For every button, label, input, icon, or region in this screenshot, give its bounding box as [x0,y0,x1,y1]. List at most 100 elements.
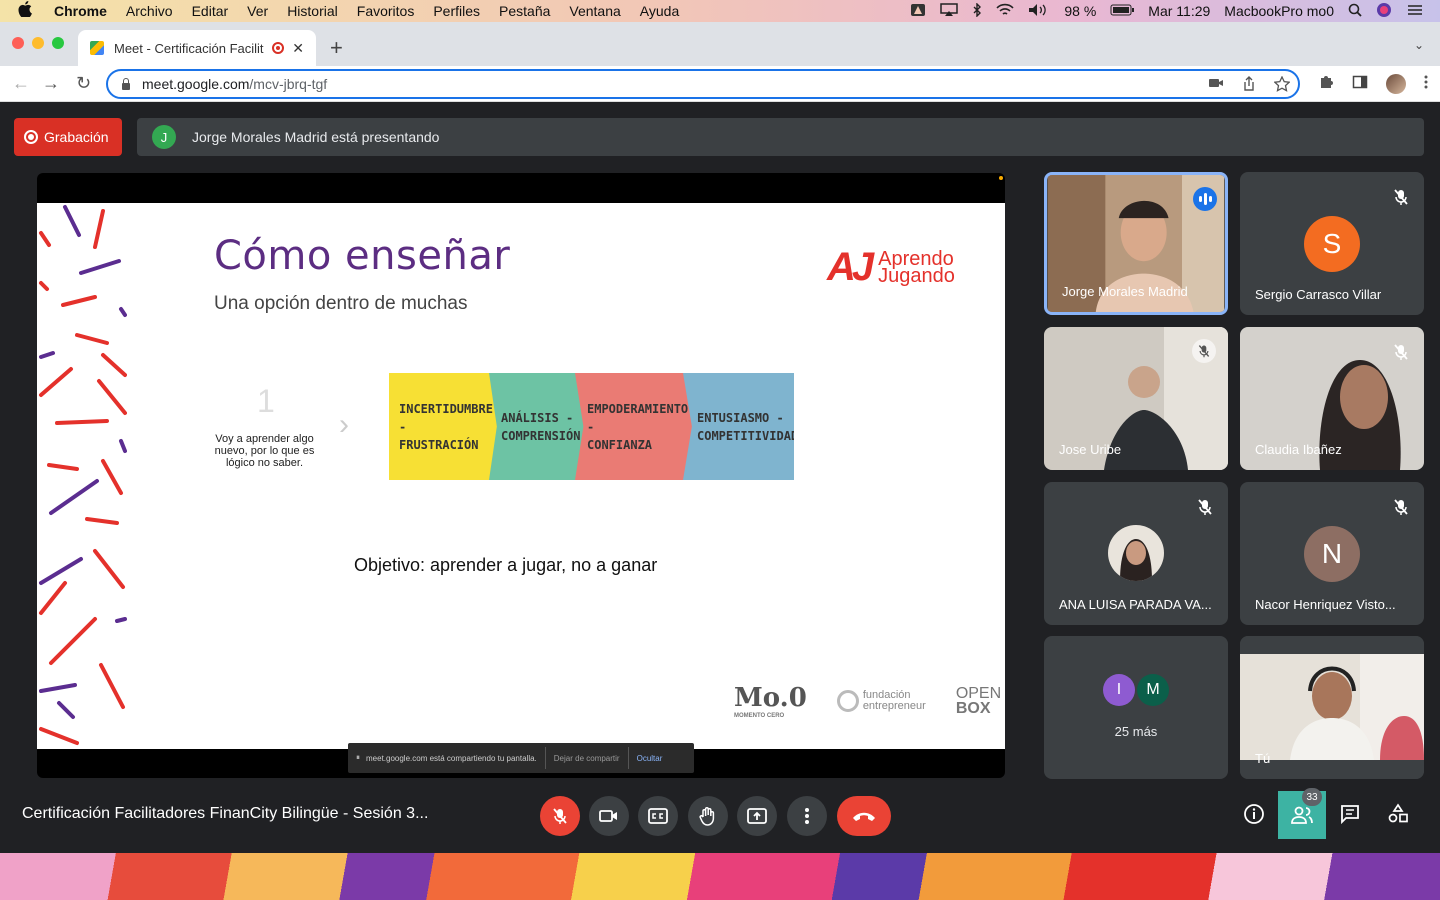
address-bar[interactable]: meet.google.com/mcv-jbrq-tgf [106,69,1300,99]
divider [544,747,546,769]
step-chevron-icon: › [339,408,349,441]
chat-button[interactable] [1338,802,1362,826]
reload-icon[interactable]: ↻ [76,73,91,94]
menu-favoritos[interactable]: Favoritos [357,3,415,19]
control-center-icon[interactable] [1406,3,1424,20]
browser-tab-meet[interactable]: Meet - Certificación Facilitadores ✕ [78,30,316,66]
people-count-badge: 33 [1302,788,1322,806]
participant-tile[interactable]: ANA LUISA PARADA VA... [1044,482,1228,625]
info-icon [1244,804,1264,824]
share-icon[interactable] [1242,76,1256,95]
menu-ventana[interactable]: Ventana [569,3,620,19]
stage-4-line1: ENTUSIASMO - [697,410,784,425]
microphone-toggle-button[interactable] [540,796,580,836]
bluetooth-icon[interactable] [972,1,982,20]
camera-in-use-icon[interactable] [1208,76,1224,95]
leave-call-button[interactable] [837,796,891,836]
aprendo-jugando-logo: AJ Aprendo Jugando [827,245,955,290]
back-arrow-icon[interactable]: ← [12,73,30,94]
menu-app-chrome[interactable]: Chrome [54,3,107,19]
side-panel-icon[interactable] [1352,74,1368,94]
camera-toggle-button[interactable] [589,796,629,836]
momento-cero-logo: Mo.0 MOMENTO CERO [734,683,807,719]
raise-hand-button[interactable] [688,796,728,836]
presentation-stage[interactable]: Cómo enseñar Una opción dentro de muchas… [37,173,1005,778]
chrome-tab-strip: Meet - Certificación Facilitadores ✕ + ⌄ [0,22,1440,66]
airplay-icon[interactable] [940,2,959,20]
presentation-slide: Cómo enseñar Una opción dentro de muchas… [37,203,1005,749]
stage-3-line2: CONFIANZA [587,437,653,452]
close-window-button[interactable] [12,37,24,49]
fundacion-line2: entrepreneur [862,700,926,712]
forward-arrow-icon[interactable]: → [42,73,60,94]
present-screen-button[interactable] [737,796,777,836]
maximize-window-button[interactable] [52,37,64,49]
tab-search-chevron-icon[interactable]: ⌄ [1414,38,1424,52]
more-vert-icon [805,808,809,824]
menu-archivo[interactable]: Archivo [126,3,173,19]
slide-decorative-stripes [39,205,127,745]
adobe-icon[interactable] [910,3,926,20]
menu-ayuda[interactable]: Ayuda [640,3,679,19]
participant-name: Jose Uribe [1059,442,1122,457]
more-options-button[interactable] [787,796,827,836]
apple-menu-icon[interactable] [18,1,38,21]
menu-ver[interactable]: Ver [247,3,268,19]
momento-cero-sub: MOMENTO CERO [734,713,785,719]
captions-button[interactable] [638,796,678,836]
drag-handle-icon[interactable]: ⏸ [356,753,360,763]
meeting-details-button[interactable] [1242,802,1266,826]
new-tab-button[interactable]: + [330,35,343,61]
siri-icon[interactable] [1376,2,1392,21]
menu-editar[interactable]: Editar [192,3,229,19]
muted-mic-icon [1394,499,1408,515]
minimize-window-button[interactable] [32,37,44,49]
stage-arrow-1: INCERTIDUMBRE - FRUSTRACIÓN [389,373,499,480]
presentation-indicator-dot [999,176,1003,180]
bookmark-star-icon[interactable] [1273,75,1291,95]
activities-button[interactable] [1386,802,1410,826]
volume-icon[interactable] [1028,3,1050,20]
presenter-text: Jorge Morales Madrid está presentando [192,129,440,145]
recording-button[interactable]: Grabación [14,118,122,156]
sharing-notice: meet.google.com está compartiendo tu pan… [366,753,537,763]
spotlight-search-icon[interactable] [1348,3,1362,20]
participant-tile[interactable]: Claudia Ibañez [1240,327,1424,470]
stage-arrow-3: EMPODERAMIENTO - CONFIANZA [575,373,695,480]
stage-2-line1: ANÁLISIS - [501,410,574,425]
menubar-clock[interactable]: Mar 11:29 [1148,3,1210,19]
stop-sharing-button[interactable]: Dejar de compartir [554,754,620,763]
participant-name: Tú [1255,751,1271,766]
self-view-tile[interactable]: Tú [1240,636,1424,779]
participant-tile[interactable]: N Nacor Henriquez Visto... [1240,482,1424,625]
presenter-banner: J Jorge Morales Madrid está presentando [137,118,1424,156]
stages-arrow-diagram: INCERTIDUMBRE - FRUSTRACIÓN ANÁLISIS - COM… [389,373,794,480]
participant-tile[interactable]: S Sergio Carrasco Villar [1240,172,1424,315]
participant-tile[interactable]: Jose Uribe [1044,327,1228,470]
slide-title: Cómo enseñar [214,233,511,279]
tab-close-icon[interactable]: ✕ [292,40,304,57]
lock-icon[interactable] [120,78,132,90]
menu-pestana[interactable]: Pestaña [499,3,550,19]
toolbar-right-actions [1318,74,1428,94]
participant-tile[interactable]: Jorge Morales Madrid [1044,172,1228,315]
present-screen-icon [747,808,767,824]
closed-captions-icon [648,808,668,824]
wifi-icon[interactable] [996,3,1014,20]
menu-historial[interactable]: Historial [287,3,338,19]
chrome-toolbar: ← → ↻ meet.google.com/mcv-jbrq-tgf [0,66,1440,102]
fundacion-entrepreneur-logo: fundación entrepreneur [836,690,926,712]
hide-sharebar-button[interactable]: Ocultar [637,754,663,763]
more-participants-tile[interactable]: I M 25 más [1044,636,1228,779]
menubar-status-area: 98 % Mar 11:29 MacbookPro mo0 [910,0,1424,22]
meet-favicon-icon [90,41,104,55]
battery-icon[interactable] [1110,3,1135,19]
menu-perfiles[interactable]: Perfiles [433,3,480,19]
profile-avatar[interactable] [1386,74,1406,94]
desktop-wallpaper [0,853,1440,900]
participant-name: Sergio Carrasco Villar [1255,287,1382,302]
computer-name[interactable]: MacbookPro mo0 [1224,3,1334,19]
extensions-puzzle-icon[interactable] [1318,74,1334,94]
stage-arrow-2: ANÁLISIS - COMPRENSIÓN [489,373,587,480]
chrome-menu-icon[interactable] [1424,74,1428,94]
